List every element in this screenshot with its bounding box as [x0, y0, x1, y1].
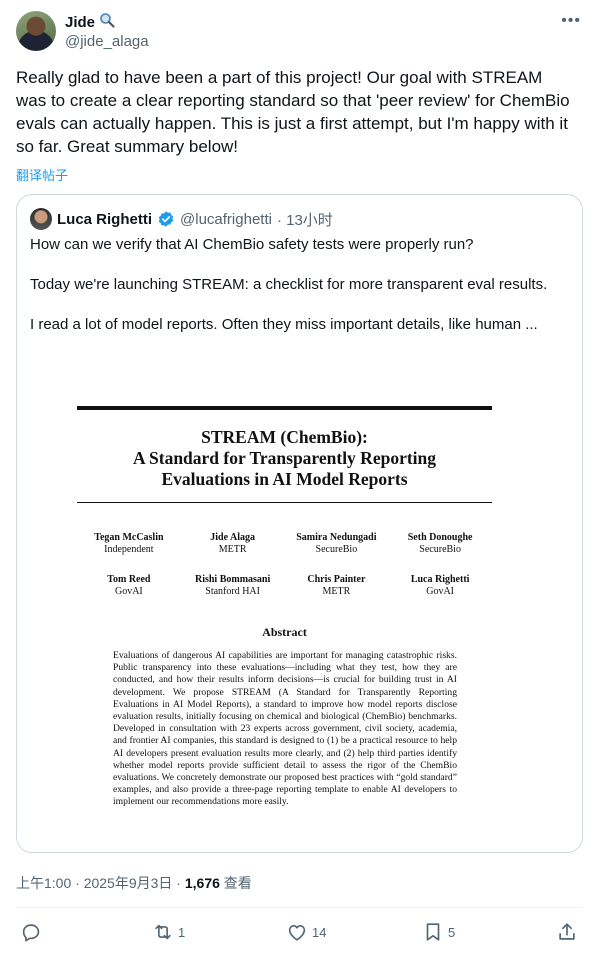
quoted-author-name[interactable]: Luca Righetti — [57, 211, 152, 228]
retweet-button[interactable]: 1 — [152, 921, 185, 943]
translate-link[interactable]: 翻译帖子 — [16, 165, 68, 184]
heart-icon — [288, 925, 306, 941]
quoted-tweet[interactable]: Luca Righetti @lucafrighetti · 13小时 How … — [16, 194, 583, 853]
quoted-line: I read a lot of model reports. Often the… — [30, 316, 538, 333]
paper-author: Jide Alaga METR — [210, 532, 255, 555]
paper-author: Chris Painter METR — [307, 574, 366, 597]
paper-author: Samira Nedungadi SecureBio — [296, 532, 377, 555]
like-count: 14 — [312, 924, 327, 940]
author-avatar[interactable] — [16, 11, 56, 51]
view-label: 查看 — [219, 875, 252, 891]
paper-abstract-title: Abstract — [262, 625, 307, 639]
bookmark-button[interactable]: 5 — [422, 921, 455, 943]
magnifier-icon — [99, 12, 115, 33]
quoted-tweet-time[interactable]: · 13小时 — [277, 209, 333, 230]
quoted-tweet-header: Luca Righetti @lucafrighetti · 13小时 — [30, 208, 333, 230]
tweet-text: Really glad to have been a part of this … — [16, 68, 570, 156]
paper-author: Seth Donoughe SecureBio — [407, 532, 473, 555]
reply-icon — [22, 924, 40, 942]
tweet-timestamp[interactable]: 上午1:00 · 2025年9月3日 · — [16, 875, 185, 891]
author-name[interactable]: Jide — [65, 14, 95, 31]
quoted-author-avatar[interactable] — [30, 208, 52, 230]
paper-abstract-text: Evaluations of dangerous AI capabilities… — [113, 650, 457, 808]
share-button[interactable] — [556, 921, 578, 943]
bookmark-icon — [426, 923, 440, 941]
quoted-line: Today we're launching STREAM: a checklis… — [30, 276, 548, 293]
paper-title-line: STREAM (ChemBio): — [201, 427, 368, 447]
author-handle[interactable]: @jide_alaga — [65, 33, 149, 50]
like-button[interactable]: 14 — [286, 921, 326, 943]
paper-author: Tom Reed GovAI — [107, 574, 151, 597]
paper-authors: Tegan McCaslin Independent Jide Alaga METR… — [77, 532, 492, 598]
quoted-tweet-text: How can we verify that AI ChemBio safety… — [30, 235, 570, 355]
retweet-count: 1 — [178, 924, 186, 940]
tweet-meta: 上午1:00 · 2025年9月3日 · 1,676 查看 — [16, 873, 252, 893]
paper-title-line: Evaluations in AI Model Reports — [161, 469, 408, 489]
author-name-row[interactable]: Jide — [65, 12, 115, 33]
verified-badge-icon — [158, 211, 174, 227]
paper-title-line: A Standard for Transparently Reporting — [132, 448, 437, 468]
quoted-author-handle[interactable]: @lucafrighetti — [180, 211, 272, 228]
paper-top-rule — [77, 406, 492, 410]
divider — [16, 907, 583, 908]
share-icon — [559, 923, 575, 940]
paper-author: Rishi Bommasani Stanford HAI — [194, 574, 271, 597]
reply-button[interactable] — [20, 921, 46, 943]
paper-image[interactable]: STREAM (ChemBio): A Standard for Transpa… — [17, 375, 582, 852]
retweet-icon — [155, 924, 171, 940]
paper-author: Luca Righetti GovAI — [410, 574, 470, 597]
more-options-icon[interactable]: ••• — [561, 12, 581, 30]
paper-bottom-rule — [77, 502, 492, 503]
action-bar: 1 14 5 — [20, 921, 580, 945]
view-count: 1,676 — [184, 875, 220, 891]
bookmark-count: 5 — [448, 924, 456, 940]
quoted-line: How can we verify that AI ChemBio safety… — [30, 236, 474, 253]
paper-author: Tegan McCaslin Independent — [94, 532, 164, 555]
paper-title: STREAM (ChemBio): A Standard for Transpa… — [77, 427, 492, 490]
